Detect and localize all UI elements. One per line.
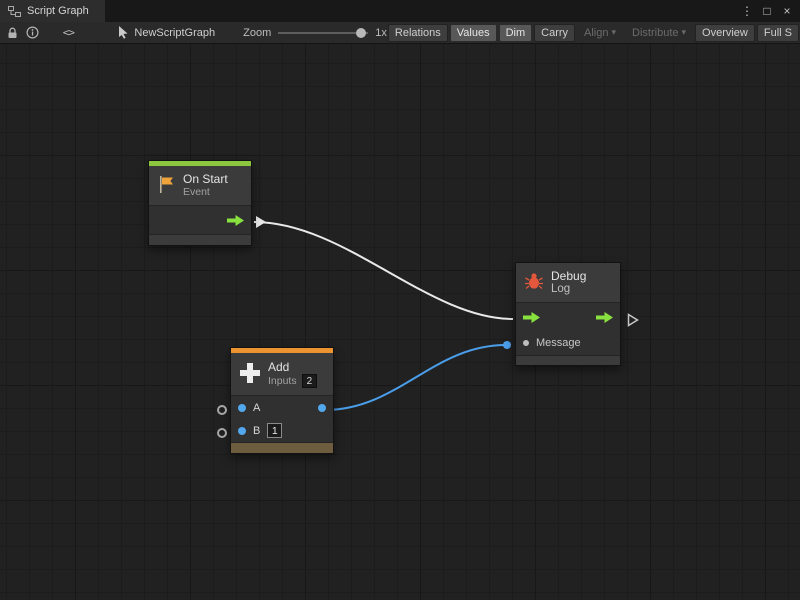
flow-wire[interactable] bbox=[254, 222, 513, 319]
dim-button[interactable]: Dim bbox=[499, 24, 533, 42]
value-wire[interactable] bbox=[325, 345, 506, 410]
node-debug-log[interactable]: Debug Log Message bbox=[515, 262, 621, 366]
flow-wire-arrowhead-icon bbox=[256, 216, 266, 228]
dim-label: Dim bbox=[506, 27, 526, 39]
toolbar-buttons: Relations Values Dim Carry Align ▾ Distr… bbox=[387, 22, 800, 44]
overview-label: Overview bbox=[702, 27, 748, 39]
node-on-start[interactable]: On Start Event bbox=[148, 160, 252, 246]
value-wire-endpoint bbox=[503, 341, 511, 349]
flow-output-port[interactable] bbox=[596, 312, 613, 323]
node-subtitle: Log bbox=[551, 283, 586, 296]
inputs-count-badge: 2 bbox=[302, 374, 318, 388]
zoom-control: Zoom 1x bbox=[243, 27, 387, 39]
flow-input-port[interactable] bbox=[523, 312, 540, 323]
node-footer bbox=[231, 442, 333, 453]
message-port-row: Message bbox=[516, 331, 620, 355]
tab-bar: Script Graph ⋮ □ × bbox=[0, 0, 800, 22]
port-a-input[interactable] bbox=[238, 404, 246, 412]
menu-icon[interactable]: ⋮ bbox=[739, 4, 755, 18]
node-title: Add bbox=[268, 360, 317, 374]
window-controls: ⋮ □ × bbox=[739, 0, 800, 22]
unity-script-graph-window: Script Graph ⋮ □ × <> bbox=[0, 0, 800, 600]
script-graph-icon bbox=[8, 5, 21, 18]
cursor-icon bbox=[117, 23, 129, 43]
zoom-slider-handle[interactable] bbox=[356, 28, 366, 38]
align-label: Align bbox=[584, 27, 608, 39]
maximize-icon[interactable]: □ bbox=[759, 4, 775, 18]
node-header: Add Inputs 2 bbox=[231, 353, 333, 396]
graph-breadcrumb[interactable]: NewScriptGraph bbox=[117, 23, 215, 43]
graph-canvas[interactable]: On Start Event bbox=[0, 44, 800, 600]
port-a-row: A bbox=[231, 396, 333, 419]
carry-label: Carry bbox=[541, 27, 568, 39]
flag-icon bbox=[157, 175, 176, 197]
flow-port-row bbox=[516, 303, 620, 331]
message-port-label: Message bbox=[536, 337, 581, 349]
node-footer bbox=[516, 355, 620, 365]
port-a-label: A bbox=[253, 402, 260, 414]
graph-toolbar: <> NewScriptGraph Zoom 1x Relations Valu… bbox=[0, 22, 800, 44]
relations-label: Relations bbox=[395, 27, 441, 39]
port-b-row: B 1 bbox=[231, 419, 333, 442]
carry-button[interactable]: Carry bbox=[534, 24, 575, 42]
lock-icon[interactable] bbox=[5, 23, 19, 43]
code-icon[interactable]: <> bbox=[61, 23, 75, 43]
bug-icon bbox=[524, 272, 544, 293]
info-icon[interactable] bbox=[25, 23, 39, 43]
tab-script-graph[interactable]: Script Graph bbox=[0, 0, 105, 22]
port-bubble-b[interactable] bbox=[217, 428, 227, 438]
zoom-label: Zoom bbox=[243, 27, 271, 39]
zoom-slider[interactable] bbox=[278, 27, 368, 39]
overview-button[interactable]: Overview bbox=[695, 24, 755, 42]
node-footer bbox=[149, 234, 251, 245]
wires-layer bbox=[0, 44, 800, 600]
flow-port-row bbox=[149, 206, 251, 234]
port-b-value-field[interactable]: 1 bbox=[267, 423, 282, 438]
fullscreen-label: Full S bbox=[764, 27, 792, 39]
relations-button[interactable]: Relations bbox=[388, 24, 448, 42]
inputs-label: Inputs bbox=[268, 375, 297, 388]
node-header: On Start Event bbox=[149, 166, 251, 206]
values-label: Values bbox=[457, 27, 490, 39]
node-subtitle: Event bbox=[183, 186, 228, 199]
sum-output-port[interactable] bbox=[318, 404, 326, 412]
node-subtitle: Inputs 2 bbox=[268, 374, 317, 388]
chevron-down-icon: ▾ bbox=[682, 28, 687, 37]
zoom-value: 1x bbox=[375, 27, 387, 39]
message-input-port[interactable] bbox=[523, 340, 529, 346]
values-button[interactable]: Values bbox=[450, 24, 497, 42]
fullscreen-button[interactable]: Full S bbox=[757, 24, 799, 42]
chevron-down-icon: ▾ bbox=[612, 28, 617, 37]
node-title: Debug bbox=[551, 269, 586, 283]
port-b-input[interactable] bbox=[238, 427, 246, 435]
tab-title: Script Graph bbox=[27, 5, 89, 17]
node-header: Debug Log bbox=[516, 263, 620, 303]
distribute-label: Distribute bbox=[632, 27, 678, 39]
flow-output-port[interactable] bbox=[227, 215, 244, 226]
node-title: On Start bbox=[183, 172, 228, 186]
distribute-button: Distribute ▾ bbox=[625, 24, 693, 42]
align-button: Align ▾ bbox=[577, 24, 623, 42]
flow-continuation-icon[interactable] bbox=[627, 313, 639, 327]
node-add[interactable]: Add Inputs 2 A B 1 bbox=[230, 347, 334, 454]
plus-icon bbox=[239, 362, 261, 387]
graph-name: NewScriptGraph bbox=[134, 27, 215, 39]
port-b-label: B bbox=[253, 425, 260, 437]
port-bubble-a[interactable] bbox=[217, 405, 227, 415]
zoom-slider-track bbox=[278, 32, 368, 34]
close-icon[interactable]: × bbox=[779, 4, 795, 18]
